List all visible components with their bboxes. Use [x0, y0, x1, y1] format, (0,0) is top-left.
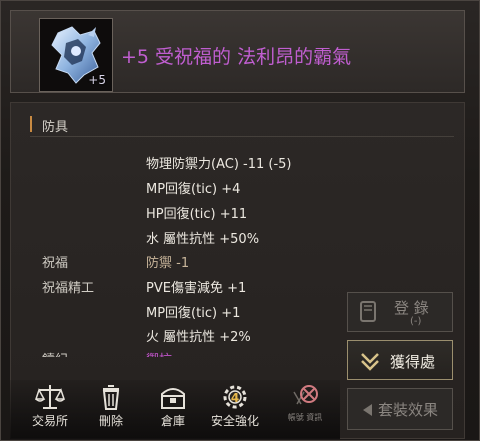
register-label: 登 錄 — [394, 299, 429, 317]
safe-enhance-badge: 4 — [231, 391, 239, 405]
trade-label: 交易所 — [31, 414, 68, 428]
trash-icon — [102, 385, 120, 410]
chest-icon — [161, 388, 185, 409]
set-effect-label: 套裝效果 — [378, 401, 439, 419]
trade-button[interactable]: 交易所 — [20, 382, 80, 438]
safe-enhance-button[interactable]: 4 安全強化 — [203, 382, 267, 438]
section-divider — [30, 136, 454, 137]
scale-icon — [35, 385, 65, 409]
refine-label: 祝福精工 — [42, 281, 95, 296]
cut-value: 禦抗 — [146, 349, 172, 357]
blessing-value: 防禦 -1 — [146, 256, 190, 271]
stat-line: HP回復(tic) +11 — [146, 207, 248, 222]
account-info-button[interactable]: 帳號 資訊 — [275, 382, 335, 438]
book-icon — [360, 301, 376, 322]
item-icon: +5 — [39, 18, 113, 92]
register-sub-label: (-) — [410, 316, 422, 327]
refine-line: MP回復(tic) +1 — [146, 306, 241, 321]
gear-icon: 4 — [223, 385, 247, 409]
delete-button[interactable]: 刪除 — [81, 382, 141, 438]
source-icon — [361, 353, 379, 371]
enhance-badge: +5 — [88, 73, 106, 87]
obtain-source-label: 獲得處 — [390, 353, 436, 371]
warehouse-button[interactable]: 倉庫 — [143, 382, 203, 438]
obtain-source-button[interactable]: 獲得處 — [347, 340, 453, 380]
item-header: +5 +5 受祝福的 法利昂的霸氣 — [10, 10, 465, 93]
set-effect-button[interactable]: 套裝效果 — [347, 388, 453, 430]
stat-line: 物理防禦力(AC) -11 (-5) — [146, 157, 292, 172]
stat-line: 水 屬性抗性 +50% — [146, 232, 260, 247]
cut-label: 鑄紀 — [42, 349, 68, 357]
register-button[interactable]: 登 錄 (-) — [347, 292, 453, 332]
refine-line: PVE傷害減免 +1 — [146, 281, 247, 296]
item-name: +5 受祝福的 法利昂的霸氣 — [121, 46, 352, 68]
blessing-label: 祝福 — [42, 256, 69, 271]
warehouse-label: 倉庫 — [160, 414, 185, 428]
delete-label: 刪除 — [98, 414, 123, 428]
left-arrow-icon — [363, 404, 372, 416]
section-accent-bar — [30, 116, 32, 132]
safe-enhance-label: 安全強化 — [210, 414, 259, 428]
section-title: 防具 — [42, 120, 69, 135]
stat-line: MP回復(tic) +4 — [146, 182, 241, 197]
disabled-info-icon — [293, 385, 318, 405]
refine-line: 火 屬性抗性 +2% — [146, 330, 251, 345]
account-info-label: 帳號 資訊 — [287, 413, 323, 422]
